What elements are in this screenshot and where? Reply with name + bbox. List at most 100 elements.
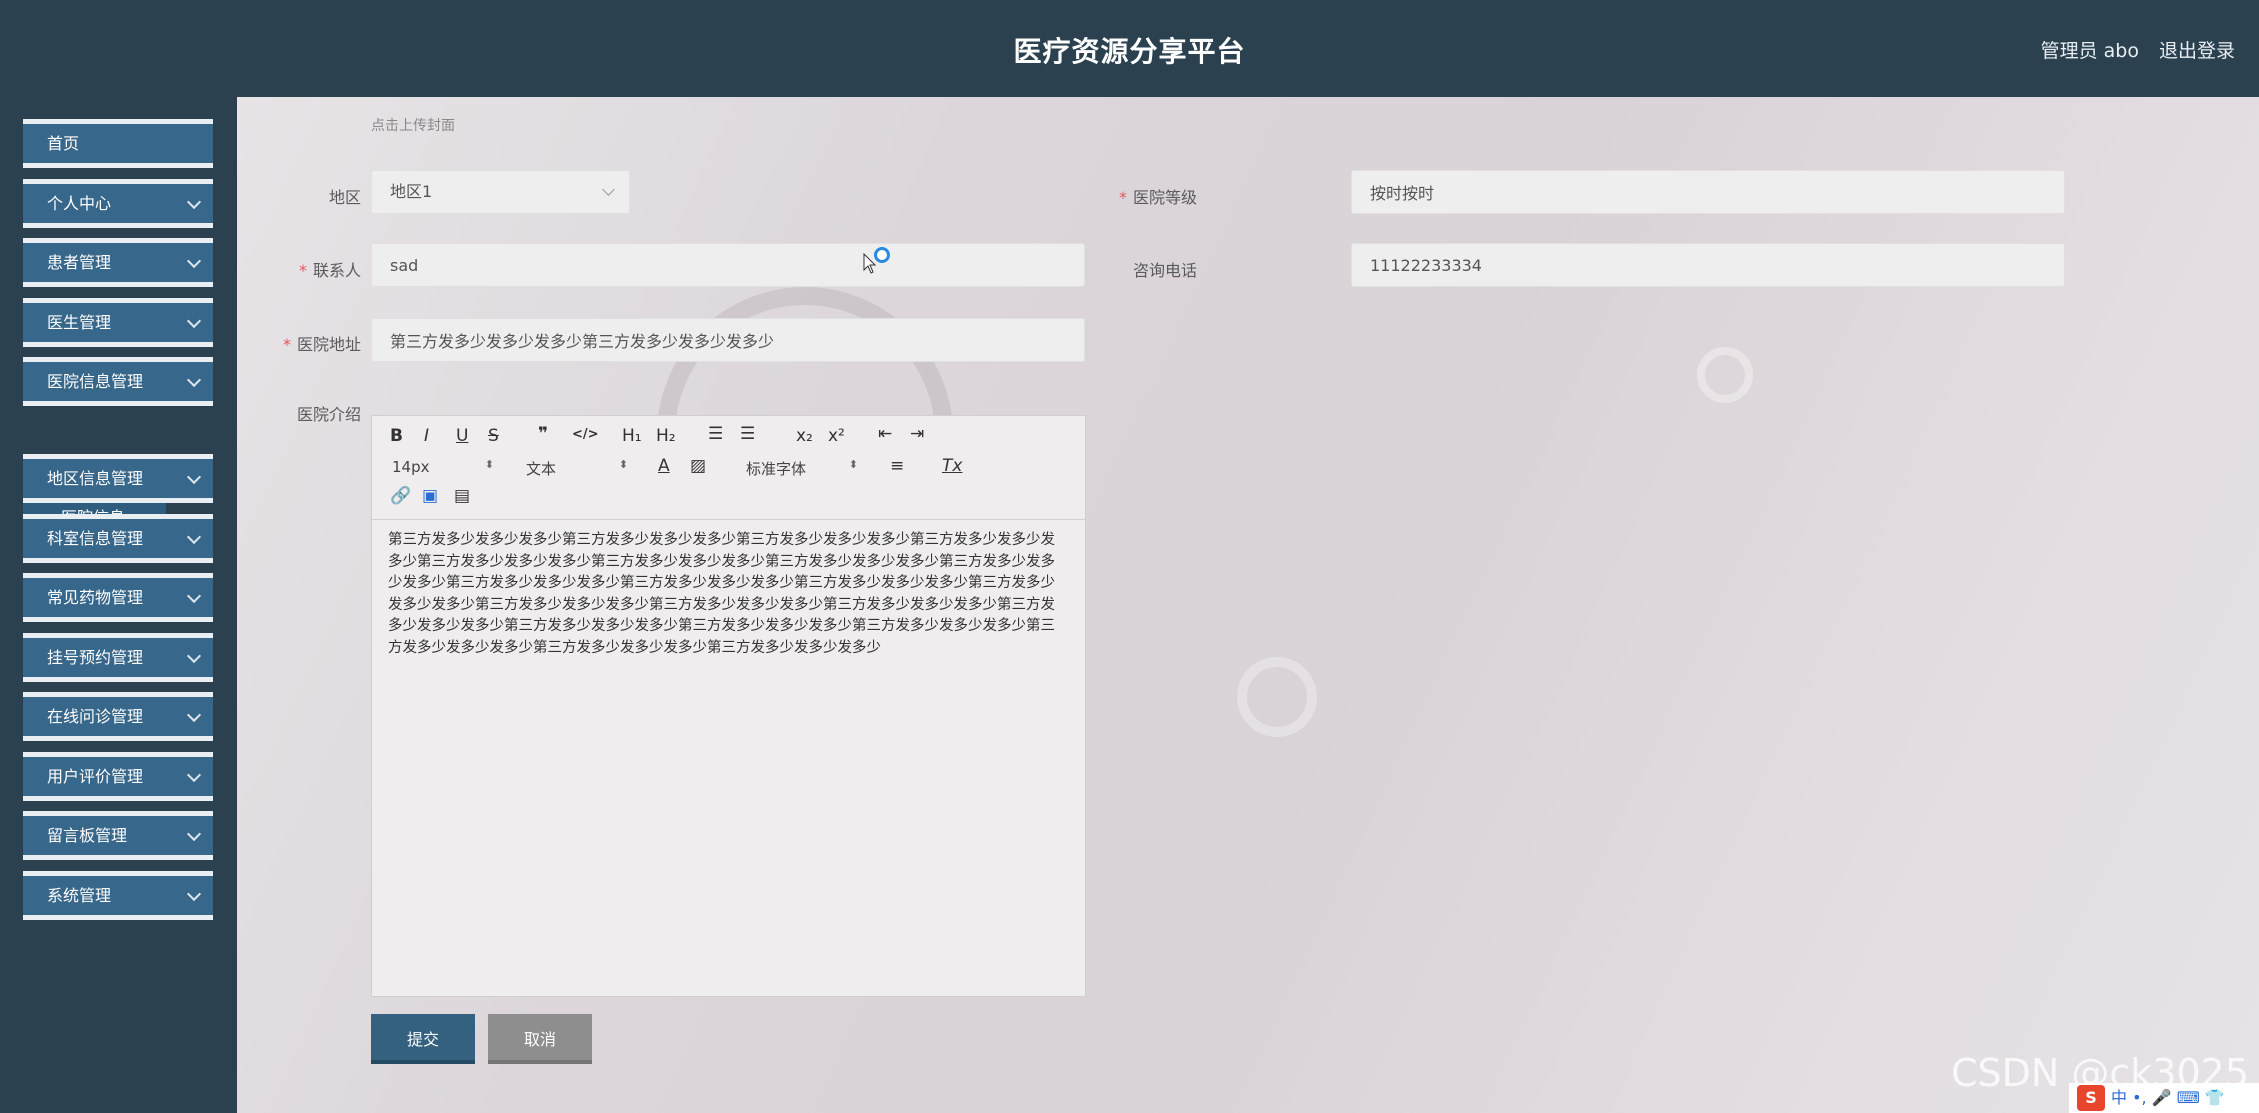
required-mark: * [1118, 188, 1127, 207]
sidebar-item-home[interactable]: 首页 [23, 119, 213, 168]
indent-icon[interactable]: ⇥ [910, 424, 924, 444]
link-icon[interactable]: 🔗 [390, 486, 411, 506]
app-title: 医疗资源分享平台 [1013, 35, 1246, 68]
chevron-down-icon [186, 767, 202, 783]
sidebar-item-label: 用户评价管理 [47, 767, 144, 786]
sidebar-item-label: 系统管理 [47, 886, 112, 905]
phone-input[interactable] [1351, 243, 2065, 287]
chevron-down-icon [186, 253, 202, 269]
sidebar-item-reviews[interactable]: 用户评价管理 [23, 752, 213, 801]
superscript-button[interactable]: x² [828, 426, 845, 446]
sidebar-item-label: 科室信息管理 [47, 529, 144, 548]
chevron-down-icon [186, 313, 202, 329]
updown-icon: ⬍ [848, 458, 858, 471]
background-art [1697, 347, 1753, 403]
sidebar-item-patients[interactable]: 患者管理 [23, 238, 213, 287]
chevron-down-icon [186, 886, 202, 902]
ime-toolbar[interactable]: S 中 •, 🎤 ⌨ 👕 [2069, 1083, 2259, 1113]
sidebar-item-label: 医院信息管理 [47, 372, 144, 391]
loading-icon [874, 247, 890, 263]
font-size-value: 14px [392, 458, 430, 476]
header-select[interactable]: 文本 ⬍ [526, 458, 628, 479]
strike-button[interactable]: S [488, 426, 499, 446]
sidebar-item-consultation[interactable]: 在线问诊管理 [23, 692, 213, 741]
main-content: 点击上传封面 地区 地区1 *医院等级 *联系人 咨询电话 *医院地址 医院介绍… [237, 97, 2259, 1113]
sidebar-item-doctors[interactable]: 医生管理 [23, 298, 213, 347]
align-icon[interactable]: ≡ [890, 456, 904, 476]
level-label: * 医院等级 [1118, 188, 1197, 207]
cover-upload-hint[interactable]: 点击上传封面 [371, 115, 455, 135]
subscript-button[interactable]: x₂ [796, 426, 813, 446]
code-icon[interactable]: </> [572, 427, 599, 442]
italic-button[interactable]: I [424, 426, 429, 446]
chevron-down-icon [186, 707, 202, 723]
region-select[interactable]: 地区1 [371, 170, 630, 214]
phone-label: 咨询电话 [1132, 261, 1197, 280]
sidebar-item-label: 患者管理 [47, 253, 112, 272]
chevron-down-icon [186, 372, 202, 388]
required-mark: * [298, 261, 307, 280]
ime-status: 中 •, 🎤 ⌨ 👕 [2111, 1088, 2225, 1107]
sogou-icon: S [2077, 1085, 2105, 1111]
cancel-button[interactable]: 取消 [488, 1014, 592, 1064]
sidebar-item-label: 在线问诊管理 [47, 707, 144, 726]
contact-input[interactable] [371, 243, 1085, 287]
background-color-icon[interactable]: ▨ [690, 456, 706, 476]
required-mark: * [282, 335, 291, 354]
outdent-icon[interactable]: ⇤ [878, 424, 892, 444]
sidebar-item-messages[interactable]: 留言板管理 [23, 811, 213, 860]
sidebar: 首页 个人中心 患者管理 医生管理 医院信息管理 医院信息 地区信息管理 科室信… [0, 97, 237, 1113]
sidebar-item-label: 首页 [47, 134, 80, 153]
sidebar-item-label: 个人中心 [47, 194, 112, 213]
sidebar-item-region[interactable]: 地区信息管理 [23, 454, 213, 503]
bullet-list-icon[interactable]: ☰ [740, 424, 755, 444]
sidebar-item-medicine[interactable]: 常见药物管理 [23, 573, 213, 622]
editor-content[interactable]: 第三方发多少发多少发多少第三方发多少发多少发多少第三方发多少发多少发多少第三方发… [388, 530, 1068, 659]
font-size-select[interactable]: 14px ⬍ [392, 458, 494, 476]
h1-button[interactable]: H₁ [622, 426, 642, 446]
chevron-down-icon [186, 826, 202, 842]
logout-link[interactable]: 退出登录 [2159, 36, 2235, 63]
submit-button[interactable]: 提交 [371, 1014, 475, 1064]
chevron-down-icon [186, 648, 202, 664]
header-value: 文本 [526, 460, 557, 478]
updown-icon: ⬍ [484, 458, 494, 471]
updown-icon: ⬍ [618, 458, 628, 471]
current-user: 管理员 abo [2040, 40, 2139, 62]
sidebar-item-department[interactable]: 科室信息管理 [23, 514, 213, 563]
sidebar-item-label: 地区信息管理 [47, 469, 144, 488]
chevron-down-icon [186, 588, 202, 604]
underline-button[interactable]: U [456, 426, 468, 446]
region-selected-value: 地区1 [390, 182, 433, 201]
h2-button[interactable]: H₂ [656, 426, 676, 446]
address-label: * 医院地址 [282, 335, 361, 354]
font-family-value: 标准字体 [746, 460, 807, 478]
intro-label: 医院介绍 [296, 405, 361, 424]
text-color-icon[interactable]: A [658, 456, 670, 476]
sidebar-item-appointment[interactable]: 挂号预约管理 [23, 633, 213, 682]
sidebar-item-label: 医生管理 [47, 313, 112, 332]
contact-label: * 联系人 [298, 261, 361, 280]
sidebar-item-hospital-info[interactable]: 医院信息管理 [23, 357, 213, 406]
address-input[interactable] [371, 318, 1085, 362]
sidebar-item-label: 留言板管理 [47, 826, 128, 845]
region-label: 地区 [328, 188, 361, 207]
top-header: 医疗资源分享平台 管理员 abo 退出登录 [0, 0, 2259, 97]
sidebar-item-label: 常见药物管理 [47, 588, 144, 607]
chevron-down-icon [186, 529, 202, 545]
chevron-down-icon [186, 194, 202, 210]
chevron-down-icon [602, 183, 615, 196]
image-icon[interactable]: ▣ [422, 486, 438, 506]
font-family-select[interactable]: 标准字体 ⬍ [746, 458, 858, 479]
clear-format-button[interactable]: Tx [942, 456, 962, 476]
chevron-down-icon [186, 469, 202, 485]
ordered-list-icon[interactable]: ☰ [708, 424, 723, 444]
video-icon[interactable]: ▤ [454, 486, 470, 506]
rich-text-editor: B I U S ❞ </> H₁ H₂ ☰ ☰ x₂ x² ⇤ ⇥ 14px ⬍ … [371, 415, 1086, 997]
sidebar-item-system[interactable]: 系统管理 [23, 871, 213, 920]
hospital-level-input[interactable] [1351, 170, 2065, 214]
quote-icon[interactable]: ❞ [538, 424, 548, 444]
bold-button[interactable]: B [390, 426, 403, 446]
sidebar-item-profile[interactable]: 个人中心 [23, 179, 213, 228]
editor-toolbar: B I U S ❞ </> H₁ H₂ ☰ ☰ x₂ x² ⇤ ⇥ 14px ⬍ … [372, 416, 1085, 520]
